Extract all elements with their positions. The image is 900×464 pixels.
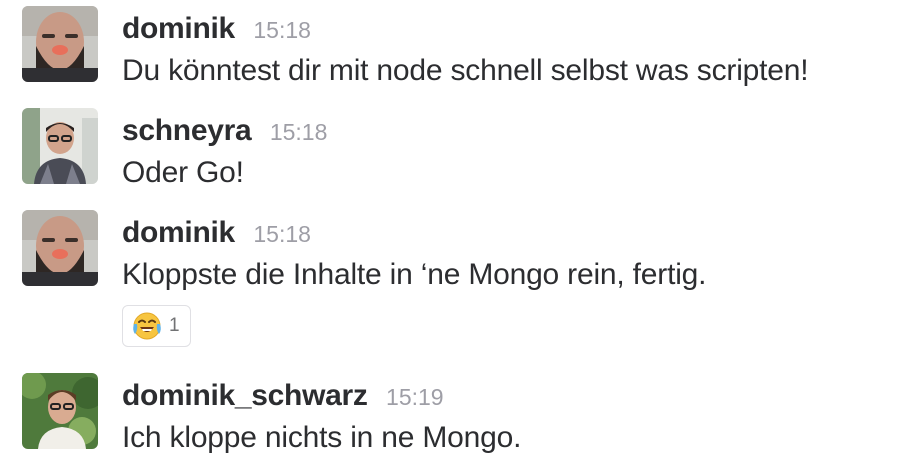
- timestamp[interactable]: 15:18: [253, 221, 311, 247]
- message-item: dominik 15:18 Kloppste die Inhalte in ‘n…: [22, 210, 882, 350]
- message-item: dominik 15:18 Du könntest dir mit node s…: [22, 6, 882, 96]
- avatar[interactable]: [22, 108, 98, 184]
- reaction-count: 1: [169, 315, 180, 336]
- avatar[interactable]: [22, 373, 98, 449]
- avatar[interactable]: [22, 210, 98, 286]
- avatar[interactable]: [22, 6, 98, 82]
- message-text: Oder Go!: [122, 156, 244, 189]
- message-text: Du könntest dir mit node schnell selbst …: [122, 54, 809, 87]
- author-name[interactable]: dominik: [122, 12, 235, 45]
- author-name[interactable]: schneyra: [122, 114, 252, 147]
- author-name[interactable]: dominik: [122, 216, 235, 249]
- tears-of-joy-emoji-icon: [131, 310, 163, 342]
- author-name[interactable]: dominik_schwarz: [122, 379, 368, 412]
- timestamp[interactable]: 15:18: [270, 119, 328, 145]
- message-item: schneyra 15:18 Oder Go!: [22, 108, 882, 198]
- timestamp[interactable]: 15:18: [253, 17, 311, 43]
- message-item: dominik_schwarz 15:19 Ich kloppe nichts …: [22, 373, 882, 463]
- message-text: Ich kloppe nichts in ne Mongo.: [122, 421, 522, 454]
- message-text: Kloppste die Inhalte in ‘ne Mongo rein, …: [122, 258, 707, 291]
- reaction-button[interactable]: 1: [122, 305, 191, 347]
- timestamp[interactable]: 15:19: [386, 384, 444, 410]
